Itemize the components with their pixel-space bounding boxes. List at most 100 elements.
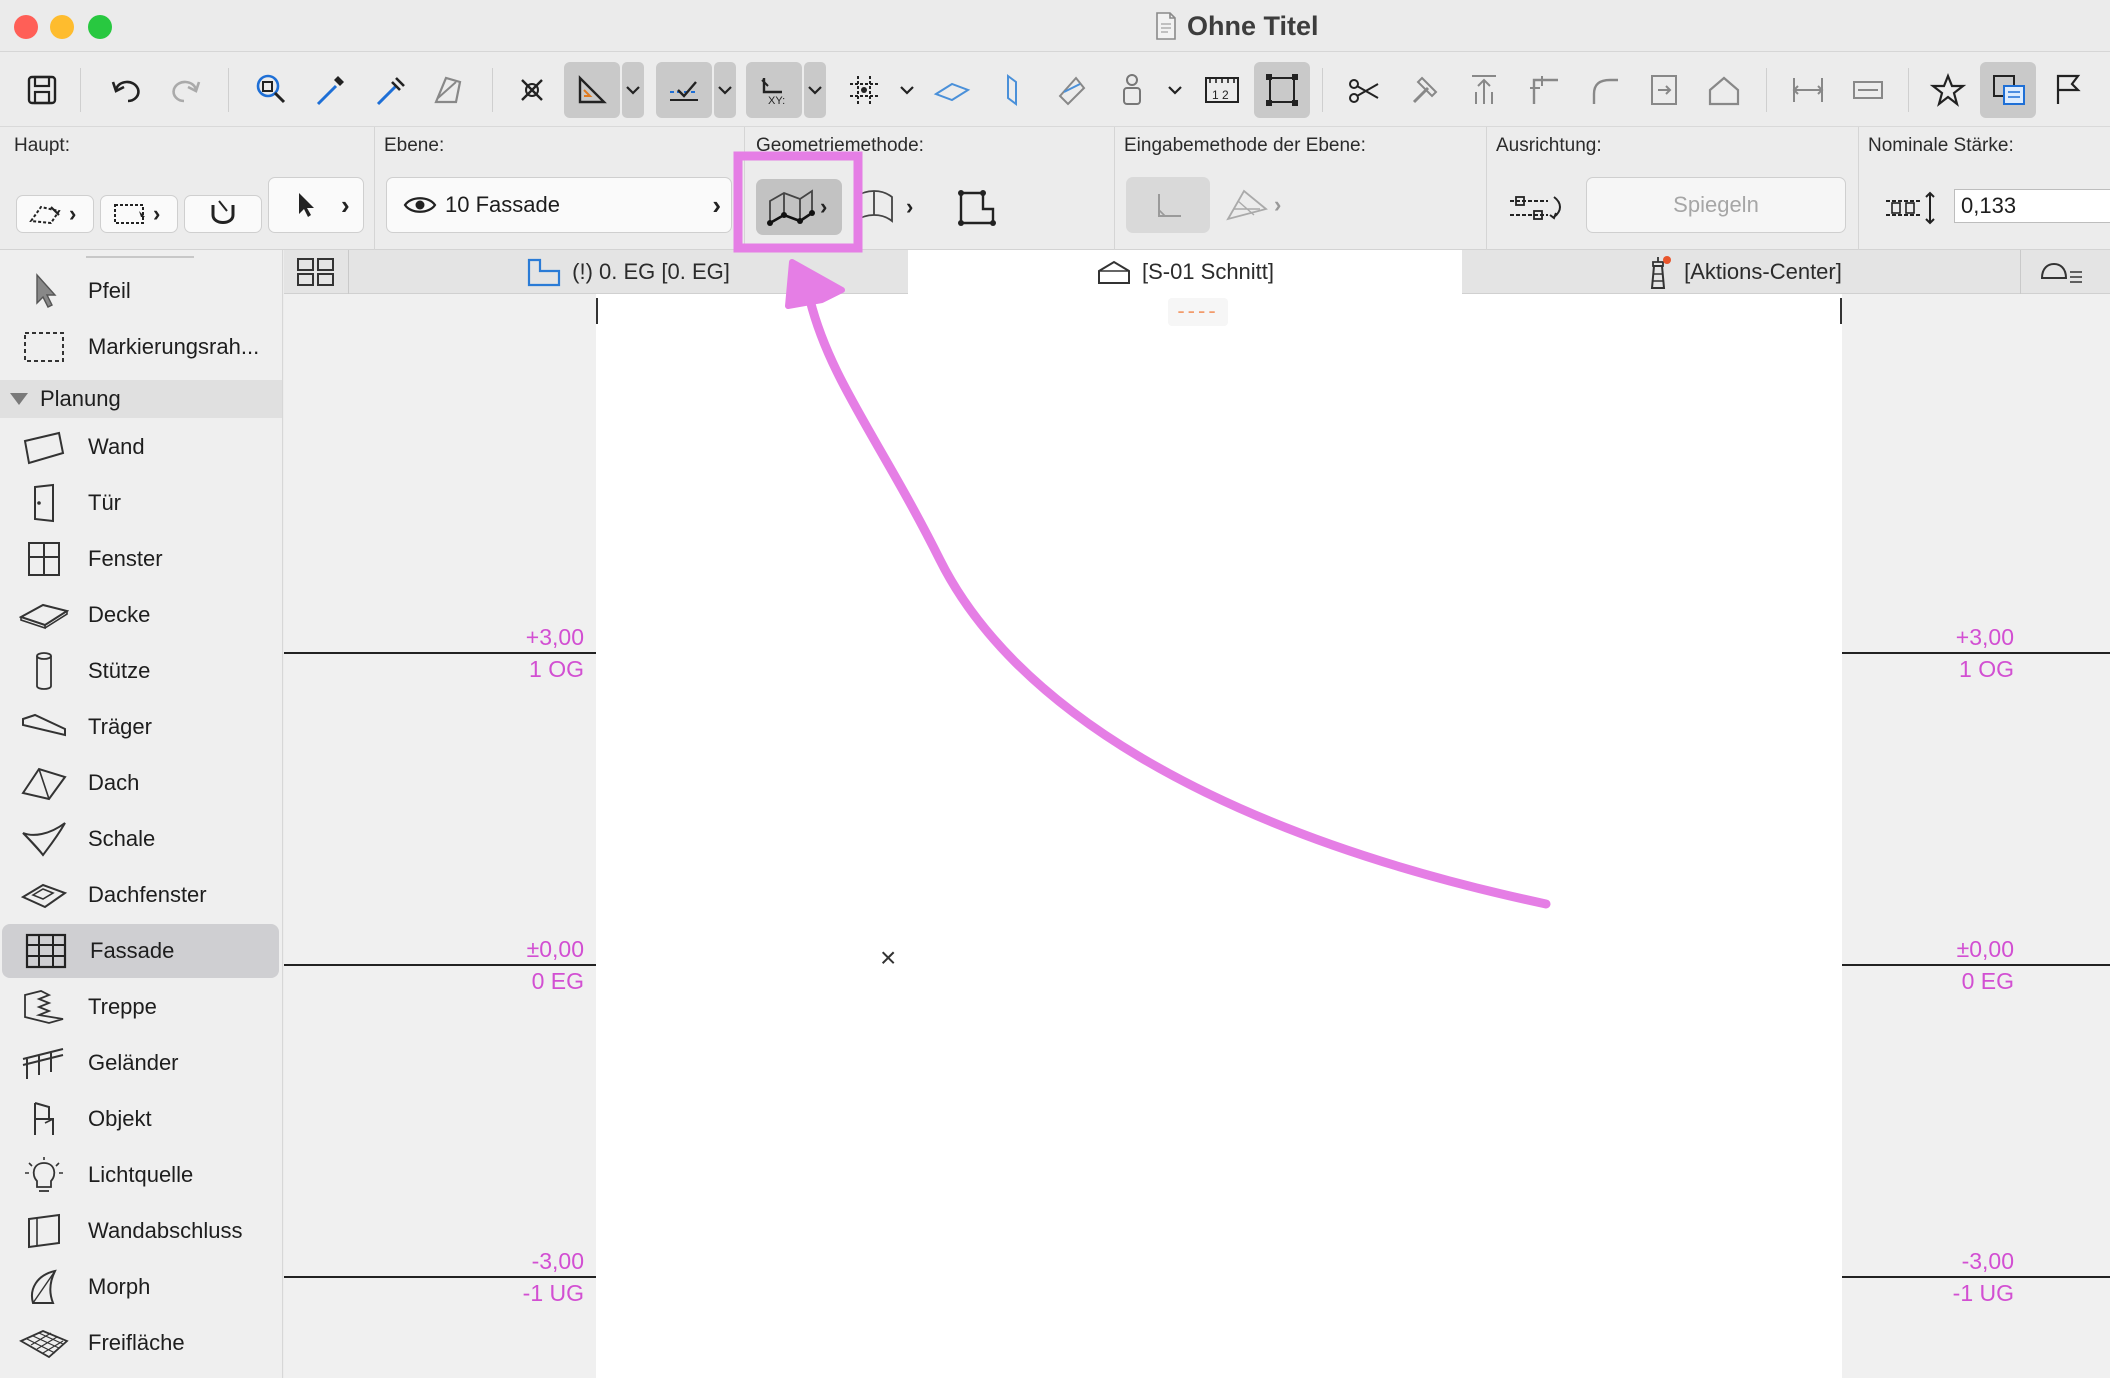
- tool-item-objekt[interactable]: Objekt: [0, 1092, 280, 1146]
- snap-guides-button[interactable]: [656, 62, 712, 118]
- magnet-button[interactable]: [184, 195, 262, 233]
- view-options-button[interactable]: [2022, 250, 2110, 294]
- layer-lock-button[interactable]: [1104, 62, 1160, 118]
- tool-item-freiflaeche[interactable]: Freifläche: [0, 1316, 280, 1370]
- tool-label: Objekt: [88, 1106, 152, 1131]
- drawing-area[interactable]: ---- ×: [596, 294, 1842, 1378]
- tool-label: Lichtquelle: [88, 1162, 194, 1187]
- custom-plane-button[interactable]: [1044, 62, 1100, 118]
- undo-button[interactable]: [98, 62, 154, 118]
- mirror-button[interactable]: Spiegeln: [1586, 177, 1846, 233]
- snap-guides-dropdown[interactable]: [714, 62, 736, 118]
- tool-item-tuer[interactable]: Tür: [0, 476, 280, 530]
- adjust-button[interactable]: [1396, 62, 1452, 118]
- tool-item-stuetze[interactable]: Stütze: [0, 644, 280, 698]
- minimize-window-button[interactable]: [50, 15, 74, 39]
- nominal-thickness-input[interactable]: [1954, 189, 2110, 223]
- story-elevation-left: ±0,00: [526, 936, 584, 962]
- layer-select[interactable]: 10 Fassade ›: [386, 177, 732, 233]
- drawing-border-left: [596, 298, 598, 324]
- skylight-icon: [20, 883, 68, 909]
- user-origin-button[interactable]: XY:: [746, 62, 802, 118]
- input-method-orthogonal-button[interactable]: [1126, 177, 1210, 233]
- tab-separator: [348, 250, 349, 294]
- tool-item-fenster[interactable]: Fenster: [0, 532, 280, 586]
- marquee-method-button[interactable]: ›: [100, 195, 178, 233]
- tool-item-dach[interactable]: Dach: [0, 756, 280, 810]
- guide-lines-button[interactable]: [564, 62, 620, 118]
- story-elevation-left: +3,00: [525, 624, 584, 650]
- tool-item-dachfenster[interactable]: Dachfenster: [0, 868, 280, 922]
- tool-item-fassade[interactable]: Fassade: [2, 924, 279, 978]
- section-viewport[interactable]: ---- × +3,00 1 OG ±0,00 0 EG -3,00 -1 UG…: [284, 294, 2110, 1378]
- section-marker-button[interactable]: [1840, 62, 1896, 118]
- tool-item-treppe[interactable]: Treppe: [0, 980, 280, 1034]
- slab-plane-button[interactable]: [924, 62, 980, 118]
- grid-snap-button[interactable]: [836, 62, 892, 118]
- layers-icon: [1993, 75, 2025, 105]
- find-select-button[interactable]: [242, 62, 298, 118]
- geometry-method-polyline-button[interactable]: ›: [756, 179, 842, 235]
- selection-method-button[interactable]: ›: [16, 195, 94, 233]
- close-window-button[interactable]: [14, 15, 38, 39]
- story-name-right: 1 OG: [1959, 656, 2014, 682]
- story-name-left: 0 EG: [531, 968, 584, 994]
- tool-label: Träger: [88, 714, 152, 739]
- dimension-button[interactable]: [1780, 62, 1836, 118]
- layer-combination-button[interactable]: [1980, 62, 2036, 118]
- tool-item-traeger[interactable]: Träger: [0, 700, 280, 754]
- tool-item-gelaender[interactable]: Geländer: [0, 1036, 280, 1090]
- offset-button[interactable]: [1636, 62, 1692, 118]
- fillet-button[interactable]: [1576, 62, 1632, 118]
- zoom-window-button[interactable]: [88, 15, 112, 39]
- tab-action-center[interactable]: [Aktions-Center]: [1464, 250, 2018, 294]
- tool-item-decke[interactable]: Decke: [0, 588, 280, 642]
- inject-parameters-button[interactable]: [362, 62, 418, 118]
- input-method-free-button[interactable]: ›: [1224, 177, 1300, 233]
- drawing-border-right: [1840, 298, 1842, 324]
- numbering-button[interactable]: 1 2: [1194, 62, 1250, 118]
- sidebar-resize-handle[interactable]: [86, 256, 194, 258]
- intersection-snap-button[interactable]: [504, 62, 560, 118]
- save-button[interactable]: [14, 62, 70, 118]
- section-header-planung[interactable]: Planung: [0, 380, 282, 418]
- geometry-method-rectangle-button[interactable]: [946, 179, 1006, 235]
- view-tab-bar: (!) 0. EG [0. EG] [S-01 Schnitt] [Aktion…: [284, 250, 2110, 294]
- tab-separator: [2020, 250, 2021, 294]
- tool-item-lichtquelle[interactable]: Lichtquelle: [0, 1148, 280, 1202]
- suspend-groups-button[interactable]: [1254, 62, 1310, 118]
- tool-item-wandabschluss[interactable]: Wandabschluss: [0, 1204, 280, 1258]
- roof-button[interactable]: [1696, 62, 1752, 118]
- favorites-button[interactable]: [1920, 62, 1976, 118]
- tool-item-pfeil[interactable]: Pfeil: [0, 264, 280, 318]
- tab-overview-button[interactable]: [284, 250, 348, 294]
- elevation-plane-button[interactable]: [984, 62, 1040, 118]
- section-view-icon: [1097, 260, 1130, 284]
- tool-item-morph[interactable]: Morph: [0, 1260, 280, 1314]
- layer-lock-dropdown[interactable]: [1164, 62, 1186, 118]
- grid-snap-dropdown[interactable]: [896, 62, 918, 118]
- pick-up-parameters-button[interactable]: [302, 62, 358, 118]
- tab-floor-plan[interactable]: (!) 0. EG [0. EG]: [350, 250, 906, 294]
- elevate-button[interactable]: [1456, 62, 1512, 118]
- redo-button[interactable]: [158, 62, 214, 118]
- wall-end-icon: [28, 1213, 60, 1249]
- eyedropper-icon: [316, 76, 344, 106]
- orientation-flip-button[interactable]: [1500, 179, 1570, 235]
- geometry-method-curved-button[interactable]: ›: [850, 179, 930, 235]
- magic-wand-button[interactable]: [420, 62, 476, 118]
- infobox-separator: [1858, 127, 1859, 251]
- tab-section[interactable]: [S-01 Schnitt]: [908, 250, 1462, 294]
- user-origin-dropdown[interactable]: [804, 62, 826, 118]
- nominal-thickness-icon-wrap: [1882, 187, 1938, 229]
- toolbar-separator: [1908, 68, 1909, 112]
- guide-lines-dropdown[interactable]: [622, 62, 644, 118]
- tool-item-wand[interactable]: Wand: [0, 420, 280, 474]
- split-button[interactable]: [1336, 62, 1392, 118]
- arrow-tool-button[interactable]: ›: [268, 177, 364, 233]
- tool-item-schale[interactable]: Schale: [0, 812, 280, 866]
- thickness-icon: [1886, 191, 1935, 225]
- intersect-button[interactable]: [1516, 62, 1572, 118]
- tool-item-markierungsrahmen[interactable]: Markierungsrah...: [0, 320, 280, 374]
- flag-button[interactable]: [2040, 62, 2096, 118]
